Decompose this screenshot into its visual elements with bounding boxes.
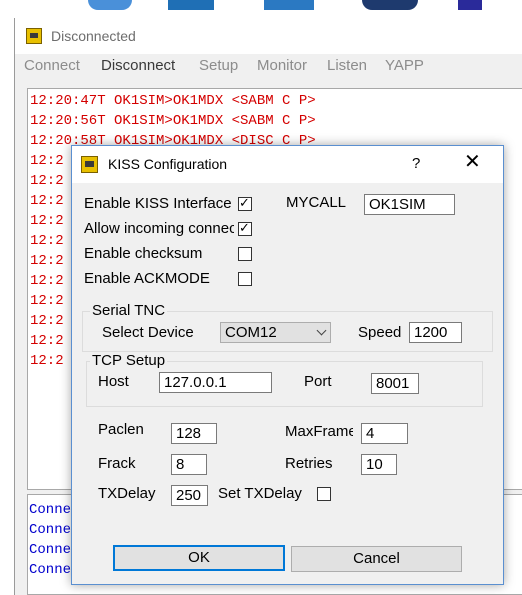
kiss-config-dialog: KISS Configuration ? ✕ Enable KISS Inter… <box>71 145 504 585</box>
enable-kiss-label: Enable KISS Interface <box>84 195 232 212</box>
retries-input[interactable]: 10 <box>361 454 397 475</box>
txdelay-input[interactable]: 250 <box>171 485 208 506</box>
app3-taskbar-icon[interactable] <box>458 0 482 10</box>
log-line: 12:2 <box>30 233 64 249</box>
app-taskbar-icon[interactable] <box>264 0 314 10</box>
log-line: 12:2 <box>30 273 64 289</box>
select-device-label: Select Device <box>102 324 194 341</box>
paclen-input[interactable]: 128 <box>171 423 217 444</box>
log-line: 12:2 <box>30 193 64 209</box>
enable-checksum-label: Enable checksum <box>84 245 203 262</box>
menu-monitor[interactable]: Monitor <box>257 57 307 74</box>
retries-label: Retries <box>285 455 333 472</box>
menu-yapp[interactable]: YAPP <box>385 57 424 74</box>
conn-line: Conne <box>29 502 72 518</box>
port-input[interactable]: 8001 <box>371 373 419 394</box>
log-line: 12:2 <box>30 313 64 329</box>
mycall-label: MYCALL <box>286 194 347 211</box>
set-txdelay-checkbox[interactable] <box>317 487 331 501</box>
chevron-down-icon <box>316 325 327 336</box>
log-line: 12:2 <box>30 253 64 269</box>
conn-line: Conne <box>29 522 72 538</box>
host-input[interactable]: 127.0.0.1 <box>159 372 272 393</box>
allow-incoming-label: Allow incoming connections <box>84 220 234 237</box>
serial-tnc-title: Serial TNC <box>90 302 168 319</box>
log-line: 12:20:56T OK1SIM>OK1MDX <SABM C P> <box>30 113 316 129</box>
speed-input[interactable]: 1200 <box>409 322 462 343</box>
paclen-label: Paclen <box>98 421 144 438</box>
maxframe-input[interactable]: 4 <box>361 423 408 444</box>
log-line: 12:2 <box>30 353 64 369</box>
main-titlebar: Disconnected <box>15 18 522 54</box>
frack-input[interactable]: 8 <box>171 454 207 475</box>
editor-taskbar-icon[interactable] <box>168 0 214 10</box>
dialog-titlebar: KISS Configuration ? ✕ <box>72 146 503 183</box>
app2-taskbar-icon[interactable] <box>362 0 418 10</box>
menu-setup[interactable]: Setup <box>199 57 238 74</box>
menu-listen[interactable]: Listen <box>327 57 367 74</box>
help-button[interactable]: ? <box>412 155 420 172</box>
select-device-value: COM12 <box>225 324 277 341</box>
txdelay-label: TXDelay <box>98 485 156 502</box>
browser-taskbar-icon[interactable] <box>88 0 132 10</box>
log-line: 12:2 <box>30 333 64 349</box>
host-label: Host <box>98 373 129 390</box>
conn-line: Conne <box>29 542 72 558</box>
speed-label: Speed <box>358 324 402 341</box>
desktop-strip <box>0 0 522 18</box>
menu-disconnect[interactable]: Disconnect <box>101 57 175 74</box>
conn-line: Conne <box>29 562 72 578</box>
log-line: 12:2 <box>30 173 64 189</box>
app-logo-icon <box>81 156 98 173</box>
tcp-setup-title: TCP Setup <box>90 352 168 369</box>
log-line: 12:2 <box>30 293 64 309</box>
enable-checksum-checkbox[interactable] <box>238 247 252 261</box>
maxframe-label: MaxFrame <box>285 423 353 440</box>
allow-incoming-checkbox[interactable] <box>238 220 252 236</box>
menubar: Connect Disconnect Setup Monitor Listen … <box>15 54 522 78</box>
frack-label: Frack <box>98 455 136 472</box>
select-device-dropdown[interactable]: COM12 <box>220 322 331 343</box>
ok-button[interactable]: OK <box>113 545 285 571</box>
port-label: Port <box>304 373 332 390</box>
mycall-input[interactable]: OK1SIM <box>364 194 455 215</box>
enable-ackmode-checkbox[interactable] <box>238 272 252 286</box>
log-line: 12:20:47T OK1SIM>OK1MDX <SABM C P> <box>30 93 316 109</box>
close-icon[interactable]: ✕ <box>464 152 481 172</box>
set-txdelay-label: Set TXDelay <box>218 485 302 502</box>
app-logo-icon <box>26 28 42 44</box>
cancel-button[interactable]: Cancel <box>291 546 462 572</box>
enable-ackmode-label: Enable ACKMODE <box>84 270 210 287</box>
log-line: 12:2 <box>30 153 64 169</box>
log-line: 12:2 <box>30 213 64 229</box>
main-window-title: Disconnected <box>51 28 136 44</box>
enable-kiss-checkbox[interactable] <box>238 195 252 211</box>
menu-connect[interactable]: Connect <box>24 57 80 74</box>
dialog-title: KISS Configuration <box>108 156 228 172</box>
